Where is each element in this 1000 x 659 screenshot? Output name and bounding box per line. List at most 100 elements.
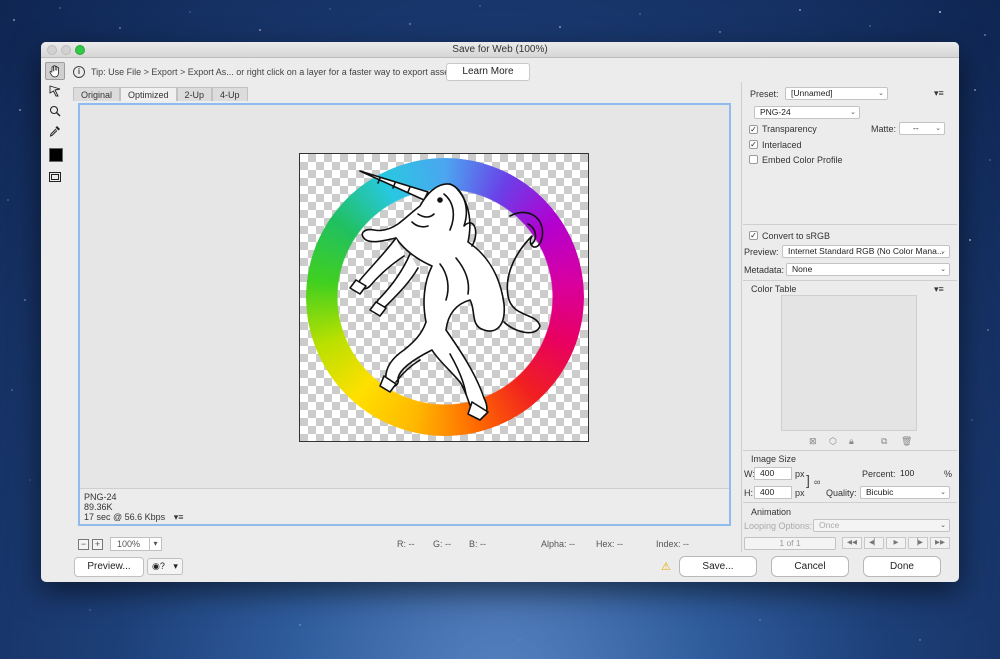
divider	[743, 502, 957, 503]
trash-icon[interactable]: 🗑︎	[901, 436, 912, 447]
width-unit: px	[795, 469, 805, 479]
metadata-value: None	[792, 264, 813, 274]
next-frame-button[interactable]: ▕▶	[908, 537, 928, 549]
tab-4-up[interactable]: 4-Up	[212, 87, 248, 101]
chevron-down-icon: ⌄	[935, 125, 941, 132]
readout-g: G: --	[433, 539, 451, 549]
readout-index: Index: --	[656, 539, 690, 549]
download-speed-menu-icon[interactable]: ▾≡	[174, 512, 184, 522]
info-file-size: 89.36K	[84, 502, 113, 512]
zoom-tool[interactable]	[45, 102, 65, 120]
color-preview-select[interactable]: Internet Standard RGB (No Color Mana... …	[782, 245, 950, 258]
tab-original[interactable]: Original	[73, 87, 121, 101]
eyedropper-icon	[49, 126, 60, 137]
info-format: PNG-24	[84, 492, 117, 502]
looping-options-label: Looping Options:	[744, 521, 813, 531]
zoom-in-button[interactable]: +	[92, 538, 103, 550]
first-frame-button[interactable]: ◀◀	[842, 537, 862, 549]
metadata-label: Metadata:	[744, 265, 785, 275]
chevron-down-icon: ▾	[173, 561, 178, 571]
web-shift-icon[interactable]: ⬡	[829, 436, 837, 447]
slice-select-tool[interactable]	[45, 82, 65, 100]
browser-icon: ◉?	[152, 561, 165, 571]
optimized-preview-pane[interactable]: PNG-24 89.36K 17 sec @ 56.6 Kbps ▾≡	[78, 103, 731, 526]
embed-color-profile-label: Embed Color Profile	[762, 155, 843, 165]
chevron-down-icon: ⌄	[940, 266, 946, 273]
hand-icon	[49, 64, 59, 77]
previous-frame-button[interactable]: ◀▏	[864, 537, 884, 549]
toggle-slices-icon	[49, 172, 61, 182]
embed-color-profile-checkbox[interactable]	[749, 155, 758, 164]
panel-menu-icon[interactable]: ▾≡	[934, 88, 944, 99]
interlaced-label: Interlaced	[762, 140, 802, 150]
warning-icon: ⚠	[661, 561, 671, 573]
zoom-level-field[interactable]: 100% ▾	[110, 537, 162, 551]
tip-bar: i Tip: Use File > Export > Export As... …	[73, 62, 456, 82]
matte-select[interactable]: -- ⌄	[899, 122, 945, 135]
hand-tool[interactable]	[45, 62, 65, 80]
done-button[interactable]: Done	[863, 556, 941, 577]
tab-2-up[interactable]: 2-Up	[176, 87, 213, 101]
preview-image[interactable]	[299, 153, 589, 442]
optimization-info: PNG-24 89.36K 17 sec @ 56.6 Kbps ▾≡	[80, 488, 729, 524]
learn-more-button[interactable]: Learn More	[446, 63, 530, 81]
chevron-down-icon: ⌄	[940, 248, 946, 255]
chevron-down-icon: ⌄	[850, 109, 856, 116]
preset-select[interactable]: [Unnamed] ⌄	[785, 87, 888, 100]
looping-options-select[interactable]: Once ⌄	[813, 519, 950, 532]
animation-heading: Animation	[751, 507, 792, 517]
readout-r: R: --	[397, 539, 415, 549]
browser-select-button[interactable]: ◉? ▾	[147, 558, 183, 575]
color-table-menu-icon[interactable]: ▾≡	[934, 284, 944, 295]
title-bar: Save for Web (100%)	[41, 42, 959, 58]
frame-counter: 1 of 1	[744, 537, 836, 550]
matte-label: Matte:	[871, 124, 897, 134]
preset-value: [Unnamed]	[791, 88, 833, 98]
last-frame-button[interactable]: ▶▶	[930, 537, 950, 549]
quality-select[interactable]: Bicubic ⌄	[860, 486, 950, 499]
format-value: PNG-24	[760, 107, 791, 117]
readout-b: B: --	[469, 539, 486, 549]
percent-input[interactable]: 100	[894, 467, 936, 480]
save-button[interactable]: Save...	[679, 556, 757, 577]
percent-label: Percent:	[862, 469, 896, 479]
window-title: Save for Web (100%)	[452, 44, 548, 55]
view-tabs: Original Optimized 2-Up 4-Up	[73, 87, 248, 101]
new-color-icon[interactable]: ⧉	[881, 436, 887, 447]
divider	[743, 450, 957, 451]
metadata-select[interactable]: None ⌄	[786, 263, 950, 276]
convert-srgb-checkbox[interactable]: ✓	[749, 231, 758, 240]
transparency-label: Transparency	[762, 124, 817, 134]
lock-icon[interactable]: 🔒︎	[849, 436, 854, 447]
zoom-window-button[interactable]	[75, 45, 85, 55]
chevron-down-icon: ⌄	[940, 522, 946, 529]
convert-srgb-label: Convert to sRGB	[762, 231, 831, 241]
transparency-checkbox[interactable]: ✓	[749, 125, 758, 134]
height-input[interactable]: 400	[754, 486, 792, 499]
color-table-heading: Color Table	[751, 284, 797, 294]
link-icon[interactable]: ∞	[814, 477, 820, 487]
preview-in-browser-button[interactable]: Preview...	[74, 557, 144, 577]
color-table-area[interactable]	[781, 295, 917, 431]
play-button[interactable]: ▶	[886, 537, 906, 549]
eyedropper-color-swatch[interactable]	[49, 148, 63, 162]
readout-hex: Hex: --	[596, 539, 623, 549]
map-to-transparent-icon[interactable]: ⊠	[809, 436, 817, 447]
panel-divider	[741, 82, 742, 552]
interlaced-checkbox[interactable]: ✓	[749, 140, 758, 149]
zoom-icon	[49, 105, 61, 117]
width-input[interactable]: 400	[754, 467, 792, 480]
divider	[743, 280, 957, 281]
readout-alpha: Alpha: --	[541, 539, 576, 549]
chevron-down-icon: ▾	[149, 538, 161, 550]
minimize-button[interactable]	[61, 45, 71, 55]
toggle-slices-visibility[interactable]	[45, 168, 65, 186]
eyedropper-tool[interactable]	[45, 122, 65, 140]
color-preview-value: Internet Standard RGB (No Color Mana...	[788, 246, 944, 256]
height-label: H:	[744, 488, 753, 498]
zoom-out-button[interactable]: −	[78, 538, 89, 550]
tab-optimized[interactable]: Optimized	[120, 87, 177, 101]
cancel-button[interactable]: Cancel	[771, 556, 849, 577]
format-select[interactable]: PNG-24 ⌄	[754, 106, 860, 119]
close-button[interactable]	[47, 45, 57, 55]
